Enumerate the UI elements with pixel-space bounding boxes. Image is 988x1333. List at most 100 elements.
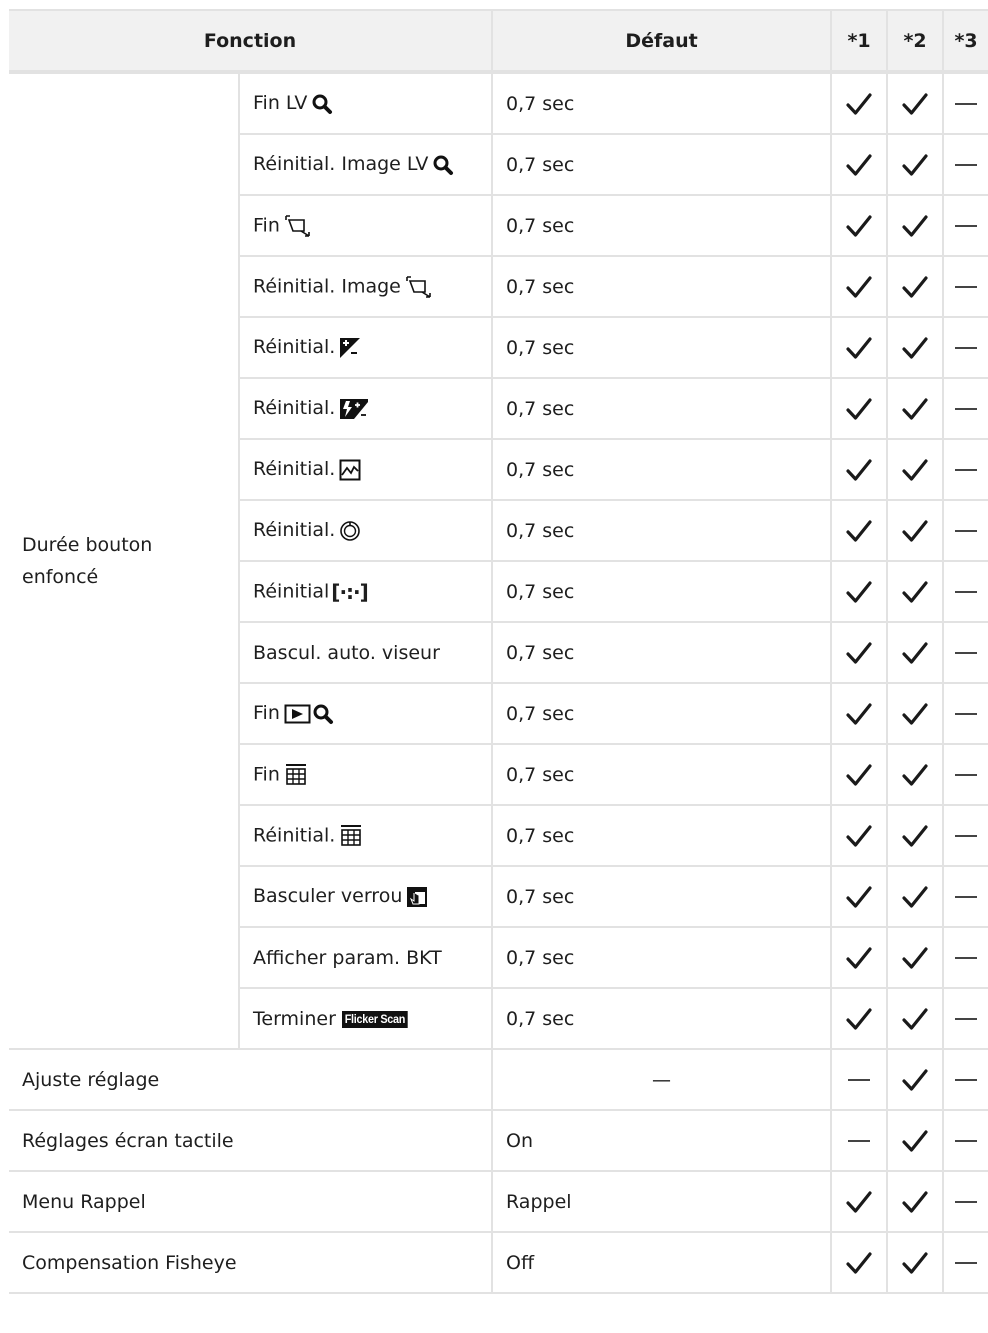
- sub-function: Réinitial. Image: [237, 255, 494, 318]
- dash-icon: [955, 286, 978, 288]
- mark-col2: [886, 560, 945, 623]
- mark-col3: [942, 255, 988, 318]
- sub-function-label: Terminer: [253, 1007, 336, 1030]
- mark-col1: [830, 1231, 889, 1294]
- check-icon: [902, 1129, 928, 1152]
- default-value: On: [491, 1109, 833, 1172]
- sub-function: Réinitial.: [237, 804, 494, 867]
- default-value: 0,7 sec: [491, 926, 833, 989]
- check-icon: [902, 1007, 928, 1030]
- header-col3: *3: [942, 9, 988, 74]
- mark-col1: [830, 133, 889, 196]
- sub-function-label: Fin LV: [253, 92, 308, 115]
- dash-icon: [955, 591, 978, 593]
- sub-function-label: Basculer verrou: [253, 885, 403, 908]
- magnifier-icon: [311, 93, 333, 115]
- check-icon: [846, 946, 872, 969]
- dash-icon: [848, 1079, 871, 1081]
- check-icon: [902, 641, 928, 664]
- mark-col1: [830, 1170, 889, 1233]
- sub-function-label: Réinitial.: [253, 519, 336, 542]
- sub-function-label: Réinitial: [253, 580, 330, 602]
- default-value: 0,7 sec: [491, 255, 833, 318]
- check-icon: [902, 153, 928, 176]
- mark-col3: [942, 316, 988, 379]
- sub-function-label: Bascul. auto. viseur: [253, 641, 440, 664]
- check-icon: [846, 1007, 872, 1030]
- default-value: —: [491, 1048, 833, 1111]
- dash-icon: [955, 103, 978, 105]
- dash-icon: [955, 225, 978, 227]
- sub-function-label: Réinitial.: [253, 336, 336, 359]
- keystone-icon: [284, 214, 312, 238]
- multi-grid-icon: [339, 824, 363, 848]
- check-icon: [902, 458, 928, 481]
- mark-col2: [886, 1109, 945, 1172]
- mark-col2: [886, 987, 945, 1050]
- mark-col1: [830, 71, 889, 135]
- default-value: Off: [491, 1231, 833, 1294]
- mark-col1: [830, 1048, 889, 1111]
- check-icon: [902, 824, 928, 847]
- magnifier-icon: [432, 154, 454, 176]
- sub-function-label: Afficher param. BKT: [253, 946, 442, 969]
- playback-zoom-icon: [284, 703, 336, 725]
- mark-col1: [830, 743, 889, 806]
- sub-function-label: Réinitial.: [253, 458, 336, 481]
- sub-function: Réinitial [·:·]: [237, 560, 494, 623]
- dash-icon: [955, 652, 978, 654]
- default-value: 0,7 sec: [491, 499, 833, 562]
- default-value: 0,7 sec: [491, 438, 833, 501]
- check-icon: [846, 519, 872, 542]
- dash-icon: [955, 1018, 978, 1020]
- sub-function: Basculer verrou: [237, 865, 494, 928]
- sub-function: Réinitial.: [237, 438, 494, 501]
- default-value: 0,7 sec: [491, 987, 833, 1050]
- mark-col3: [942, 71, 988, 135]
- mark-col3: [942, 499, 988, 562]
- default-value: 0,7 sec: [491, 316, 833, 379]
- mark-col1: [830, 560, 889, 623]
- dial-icon: [339, 520, 361, 542]
- default-value: 0,7 sec: [491, 560, 833, 623]
- check-icon: [846, 275, 872, 298]
- dash-icon: [848, 1140, 871, 1142]
- check-icon: [902, 946, 928, 969]
- mark-col3: [942, 1109, 988, 1172]
- check-icon: [846, 397, 872, 420]
- check-icon: [846, 214, 872, 237]
- settings-table: Fonction Défaut *1 *2 *3 Durée bouton en…: [9, 9, 988, 1294]
- keystone-icon: [405, 275, 433, 299]
- check-icon: [846, 1190, 872, 1213]
- mark-col3: [942, 682, 988, 745]
- flicker-scan-icon: Flicker Scan: [341, 1010, 408, 1028]
- group-label: Durée bouton enfoncé: [9, 71, 240, 1050]
- check-icon: [902, 275, 928, 298]
- dash-icon: [955, 408, 978, 410]
- mark-col1: [830, 499, 889, 562]
- check-icon: [846, 580, 872, 603]
- check-icon: [902, 702, 928, 725]
- header-function: Fonction: [9, 9, 494, 74]
- sub-function: Bascul. auto. viseur: [237, 621, 494, 684]
- dash-icon: [955, 1201, 978, 1203]
- sub-function: Réinitial.: [237, 499, 494, 562]
- dash-icon: [955, 957, 978, 959]
- mark-col3: [942, 804, 988, 867]
- default-value: 0,7 sec: [491, 682, 833, 745]
- default-value: 0,7 sec: [491, 804, 833, 867]
- check-icon: [902, 1190, 928, 1213]
- af-target-icon: [·:·]: [331, 579, 368, 604]
- check-icon: [902, 336, 928, 359]
- sub-function-label: Réinitial.: [253, 824, 336, 846]
- mark-col3: [942, 987, 988, 1050]
- sub-function-label: Fin: [253, 702, 280, 725]
- dash-icon: [955, 1140, 978, 1142]
- touch-lock-icon: [406, 886, 428, 908]
- mark-col3: [942, 194, 988, 257]
- function-label: Compensation Fisheye: [9, 1231, 494, 1294]
- default-value: 0,7 sec: [491, 743, 833, 806]
- default-value: 0,7 sec: [491, 865, 833, 928]
- mark-col3: [942, 438, 988, 501]
- multi-grid-icon: [284, 763, 308, 787]
